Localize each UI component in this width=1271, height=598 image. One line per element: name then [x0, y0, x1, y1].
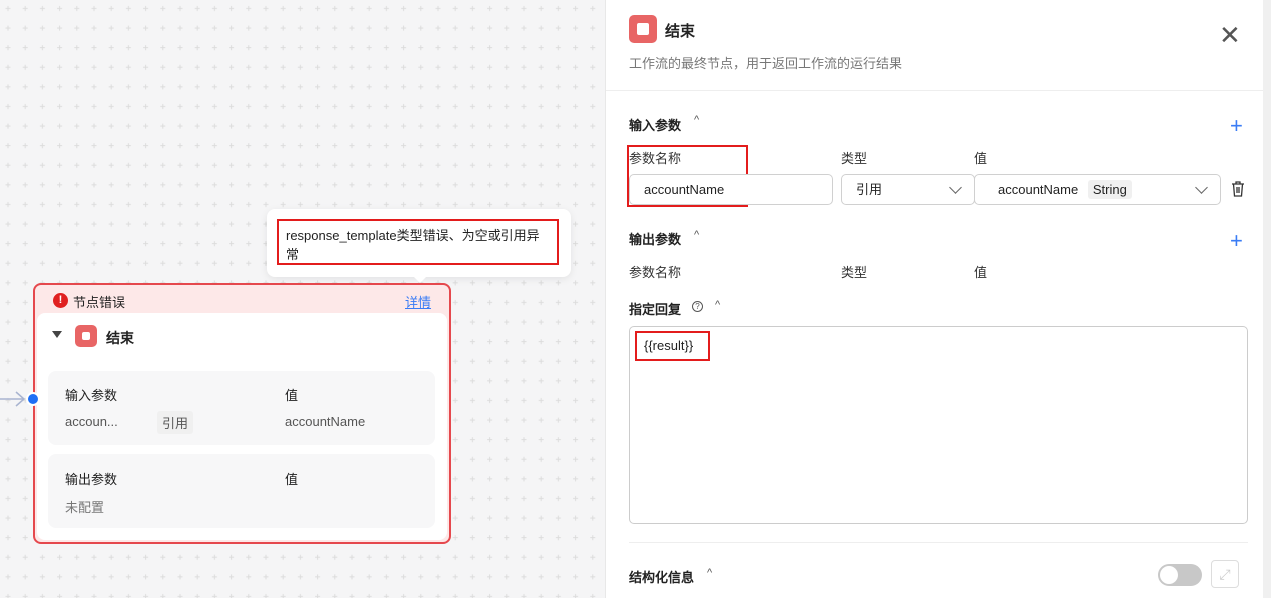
param-value-select[interactable]: accountName String [974, 174, 1221, 205]
value-header: 值 [285, 472, 299, 487]
output-header: 输出参数 [65, 472, 118, 487]
input-port-handle[interactable] [26, 392, 40, 406]
node-title: 结束 [106, 330, 134, 346]
value-type-badge: String [1087, 180, 1132, 199]
add-output-param-icon[interactable]: + [1230, 230, 1243, 252]
type-value: 引用 [856, 182, 883, 197]
col-type-label: 类型 [841, 151, 868, 166]
node-input-section: 输入参数 值 accoun... 引用 accountName [48, 371, 435, 445]
col-type-label: 类型 [841, 265, 868, 280]
reply-header[interactable]: 指定回复 [629, 299, 681, 318]
stop-icon [629, 15, 657, 43]
col-value-label: 值 [974, 151, 988, 166]
chevron-up-icon[interactable]: ^ [707, 567, 712, 579]
chevron-up-icon[interactable]: ^ [694, 229, 699, 241]
output-empty: 未配置 [65, 500, 105, 515]
col-name-label: 参数名称 [629, 265, 682, 280]
error-label: 节点错误 [73, 295, 126, 310]
col-value-label: 值 [974, 265, 988, 280]
error-message: response_template类型错误、为空或引用异常 [277, 219, 559, 265]
value-ref: accountName [998, 182, 1079, 197]
param-type-select[interactable]: 引用 [841, 174, 975, 205]
param-value: accountName [285, 414, 366, 429]
scrollbar[interactable] [1263, 0, 1271, 598]
chevron-up-icon[interactable]: ^ [715, 299, 720, 311]
param-name: accoun... [65, 414, 118, 429]
chevron-down-icon [1195, 181, 1208, 194]
structured-toggle[interactable] [1158, 564, 1202, 586]
expand-icon[interactable]: ⤢ [1211, 560, 1239, 588]
param-name-input[interactable]: accountName [629, 174, 833, 205]
node-config-panel: 结束 ✕ 工作流的最终节点，用于返回工作流的运行结果 输入参数 ^ + 参数名称… [605, 0, 1264, 598]
chevron-up-icon[interactable]: ^ [694, 114, 699, 126]
toggle-knob [1160, 566, 1178, 584]
error-tooltip: response_template类型错误、为空或引用异常 [267, 209, 571, 283]
add-input-param-icon[interactable]: + [1230, 115, 1243, 137]
reply-textarea[interactable]: {{result}} [629, 326, 1248, 524]
value-header: 值 [285, 388, 299, 403]
panel-title: 结束 [665, 23, 696, 40]
input-header: 输入参数 [65, 388, 118, 403]
details-link[interactable]: 详情 [405, 292, 431, 311]
divider [606, 90, 1264, 91]
node-error-bar: ! 节点错误 详情 [35, 285, 449, 313]
input-params-header[interactable]: 输入参数 [629, 115, 681, 134]
output-params-header[interactable]: 输出参数 [629, 229, 681, 248]
reply-content: {{result}} [635, 331, 710, 361]
panel-description: 工作流的最终节点，用于返回工作流的运行结果 [629, 56, 903, 71]
error-icon: ! [53, 293, 68, 308]
end-node[interactable]: ! 节点错误 详情 结束 输入参数 值 accoun... 引用 account… [33, 283, 451, 544]
help-icon[interactable]: ? [692, 301, 703, 312]
close-icon[interactable]: ✕ [1219, 22, 1241, 48]
node-output-section: 输出参数 值 未配置 [48, 454, 435, 528]
param-type-badge: 引用 [157, 411, 194, 434]
divider [629, 542, 1248, 543]
chevron-down-icon [949, 181, 962, 194]
collapse-triangle-icon[interactable] [52, 331, 62, 343]
trash-icon[interactable] [1231, 181, 1245, 197]
stop-icon [75, 325, 97, 347]
col-name-label: 参数名称 [629, 151, 682, 166]
structured-header[interactable]: 结构化信息 [629, 567, 694, 586]
